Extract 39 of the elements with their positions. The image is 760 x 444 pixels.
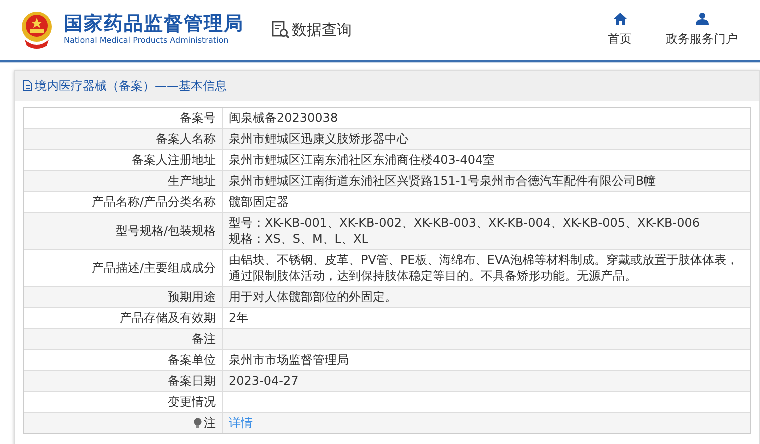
field-value: 泉州市市场监督管理局 (229, 352, 350, 368)
field-label: 变更情况 (168, 394, 216, 410)
field-label: 备案号 (180, 110, 216, 126)
nav-link[interactable]: 政务服务门户 (666, 12, 738, 48)
field-label: 产品存储及有效期 (120, 310, 216, 326)
field-label: 生产地址 (168, 172, 216, 190)
field-value: 泉州市鲤城区江南街道东浦社区兴贤路151-1号泉州市合德汽车配件有限公司B幢 (229, 173, 658, 189)
document-icon (23, 80, 33, 92)
emblem-icon (20, 10, 54, 50)
field-label: 注 (204, 414, 216, 432)
data-query-label: 数据查询 (292, 20, 352, 40)
field-value: 2年 (229, 310, 250, 326)
field-label: 产品名称/产品分类名称 (92, 194, 216, 210)
site-title: 国家药品监督管理局 (64, 13, 244, 35)
field-value: 由铝块、不锈钢、皮革、PV管、PE板、海绵布、EVA泡棉等材料制成。穿戴或放置于肢体体表， (229, 252, 740, 268)
field-label: 产品描述/主要组成成分 (92, 260, 216, 276)
home-icon (614, 12, 626, 24)
field-label: 型号规格/包装规格 (116, 222, 216, 240)
field-value: 用于对人体髋部部位的外固定。 (229, 289, 398, 305)
field-label: 备案人注册地址 (132, 152, 216, 168)
field-value: 泉州市鲤城区江南东浦社区东浦商住楼403-404室 (229, 152, 496, 168)
field-label: 备案日期 (168, 372, 216, 390)
field-value: 规格：XS、S、M、L、XL (229, 231, 370, 247)
field-value: 型号：XK-KB-001、XK-KB-002、XK-KB-003、XK-KB-004、XK-KB-005、XK-KB-006 (229, 215, 701, 231)
field-label: 备案单位 (168, 352, 216, 368)
user-icon (696, 12, 708, 24)
panel-title: 境内医疗器械（备案）——基本信息 (35, 78, 227, 94)
field-label: 备案人名称 (156, 130, 216, 148)
field-value: 泉州市鲤城区迅康义肢矫形器中心 (229, 131, 410, 147)
field-label: 预期用途 (168, 288, 216, 306)
field-value: 髋部固定器 (229, 194, 290, 210)
document-search-icon (272, 21, 290, 39)
field-value: 2023-04-27 (229, 373, 300, 389)
lightbulb-icon (194, 418, 202, 428)
field-value: 闽泉械备20230038 (229, 110, 340, 126)
field-value: 通过限制肢体活动，达到保持肢体稳定等目的。不具备矫形功能。无源产品。 (229, 268, 638, 284)
nav-link[interactable]: 首页 (608, 12, 632, 48)
field-label: 备注 (192, 330, 216, 348)
site-subtitle: National Medical Products Administration (64, 35, 230, 47)
